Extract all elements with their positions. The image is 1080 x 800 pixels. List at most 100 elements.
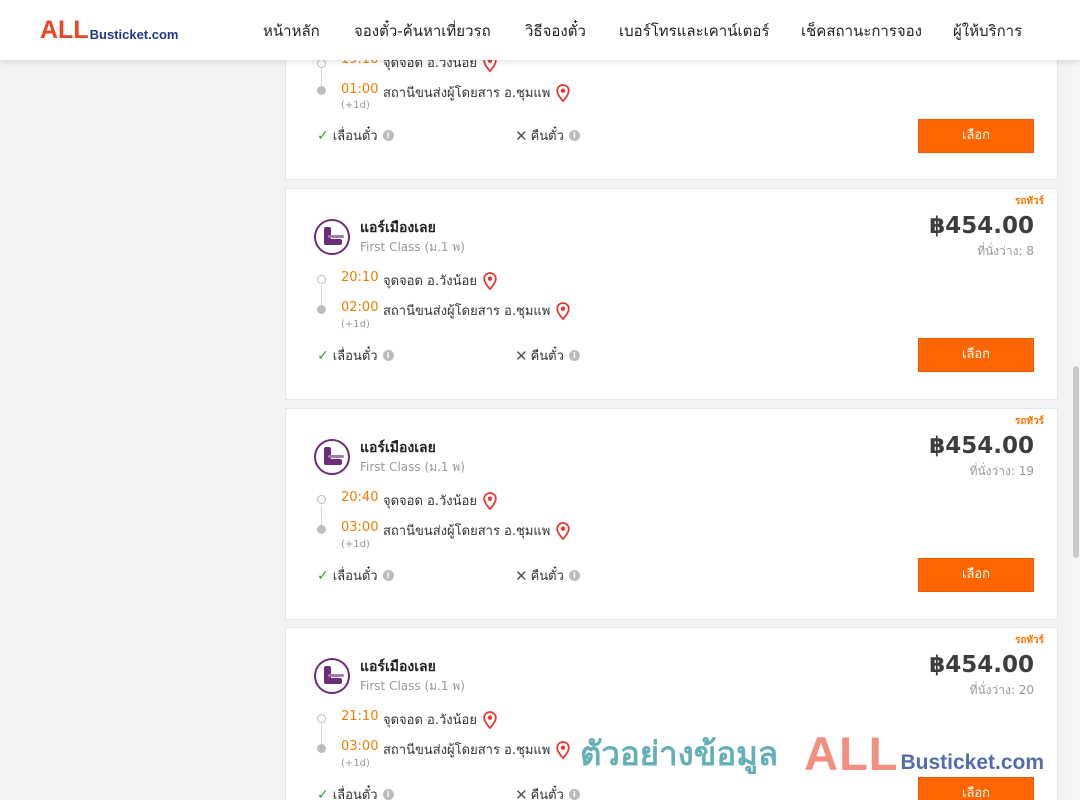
depart-dot — [317, 59, 326, 68]
operator-name: แอร์เมืองเลย — [360, 220, 436, 236]
arrive-place-text: สถานีขนส่งผู้โดยสาร อ.ชุมแพ — [383, 304, 551, 319]
depart-place: จุดจอด อ.วังน้อย — [383, 709, 497, 730]
change-ticket-label: เลื่อนตั๋ว — [332, 569, 378, 584]
map-pin-icon[interactable] — [483, 271, 497, 290]
info-icon[interactable]: i — [568, 570, 580, 581]
nav-operators[interactable]: ผู้ให้บริการ — [953, 19, 1022, 43]
map-pin-icon[interactable] — [556, 301, 571, 320]
select-button[interactable]: เลือก — [918, 119, 1034, 153]
next-day-label: (+1d) — [341, 319, 370, 330]
change-ticket-policy: ✓ เลื่อนตั๋ว i — [317, 125, 394, 146]
map-pin-icon[interactable] — [556, 521, 571, 540]
ticket-price: ฿454.00 — [929, 433, 1034, 459]
arrive-place: สถานีขนส่งผู้โดยสาร อ.ชุมแพ — [383, 82, 571, 103]
info-icon[interactable]: i — [568, 350, 580, 361]
arrive-dot — [317, 744, 326, 753]
nav-book-search[interactable]: จองตั๋ว-ค้นหาเที่ยวรถ — [354, 19, 491, 43]
arrive-place: สถานีขนส่งผู้โดยสาร อ.ชุมแพ — [383, 300, 571, 321]
refund-ticket-policy: ✕ คืนตั๋ว i — [515, 784, 580, 800]
depart-place-text: จุดจอด อ.วังน้อย — [383, 713, 477, 728]
nav-home[interactable]: หน้าหลัก — [263, 19, 320, 43]
scrollbar-thumb[interactable] — [1073, 366, 1079, 558]
bus-class: First Class (ม.1 พ) — [360, 460, 465, 474]
depart-place-text: จุดจอด อ.วังน้อย — [383, 494, 477, 509]
operator-logo — [314, 219, 350, 255]
info-icon[interactable]: i — [382, 350, 394, 361]
refund-ticket-label: คืนตั๋ว — [530, 349, 564, 364]
nav-check-status[interactable]: เช็คสถานะการจอง — [801, 19, 922, 43]
x-icon: ✕ — [515, 126, 528, 145]
x-icon: ✕ — [515, 785, 528, 800]
select-button[interactable]: เลือก — [918, 558, 1034, 592]
info-icon[interactable]: i — [382, 130, 394, 141]
arrive-place-text: สถานีขนส่งผู้โดยสาร อ.ชุมแพ — [383, 524, 551, 539]
page-scrollbar[interactable] — [1072, 0, 1080, 800]
depart-place: จุดจอด อ.วังน้อย — [383, 490, 497, 511]
bus-type-badge: รถทัวร์ — [1014, 196, 1044, 207]
depart-time: 20:10 — [341, 270, 379, 285]
info-icon[interactable]: i — [568, 130, 580, 141]
refund-ticket-label: คืนตั๋ว — [530, 788, 564, 800]
refund-ticket-label: คืนตั๋ว — [530, 569, 564, 584]
select-button[interactable]: เลือก — [918, 338, 1034, 372]
check-icon: ✓ — [317, 786, 329, 800]
arrive-place-text: สถานีขนส่งผู้โดยสาร อ.ชุมแพ — [383, 86, 551, 101]
arrive-time: 03:00 — [341, 739, 379, 754]
map-pin-icon[interactable] — [556, 740, 571, 759]
x-icon: ✕ — [515, 566, 528, 585]
x-icon: ✕ — [515, 346, 528, 365]
arrive-place-text: สถานีขนส่งผู้โดยสาร อ.ชุมแพ — [383, 743, 551, 758]
operator-logo — [314, 658, 350, 694]
check-icon: ✓ — [317, 127, 329, 144]
depart-place-text: จุดจอด อ.วังน้อย — [383, 274, 477, 289]
change-ticket-label: เลื่อนตั๋ว — [332, 129, 378, 144]
refund-ticket-label: คืนตั๋ว — [530, 129, 564, 144]
change-ticket-label: เลื่อนตั๋ว — [332, 788, 378, 800]
watermark-thai-text: ตัวอย่างข้อมูล — [580, 734, 779, 773]
ticket-price: ฿454.00 — [929, 652, 1034, 678]
arrive-time: 03:00 — [341, 520, 379, 535]
nav-how-to-book[interactable]: วิธีจองตั๋ว — [525, 19, 586, 43]
refund-ticket-policy: ✕ คืนตั๋ว i — [515, 125, 580, 146]
change-ticket-label: เลื่อนตั๋ว — [332, 349, 378, 364]
map-pin-icon[interactable] — [483, 710, 497, 729]
seats-available: ที่นั่งว่าง: 19 — [969, 464, 1034, 478]
check-icon: ✓ — [317, 347, 329, 364]
map-pin-icon[interactable] — [483, 491, 497, 510]
seats-available: ที่นั่งว่าง: 8 — [977, 244, 1034, 258]
arrive-place: สถานีขนส่งผู้โดยสาร อ.ชุมแพ — [383, 739, 571, 760]
seats-available: ที่นั่งว่าง: 20 — [969, 683, 1034, 697]
arrive-time: 01:00 — [341, 82, 379, 97]
nav-phone-counter[interactable]: เบอร์โทรและเคาน์เตอร์ — [619, 19, 769, 43]
info-icon[interactable]: i — [382, 570, 394, 581]
depart-dot — [317, 275, 326, 284]
arrive-place: สถานีขนส่งผู้โดยสาร อ.ชุมแพ — [383, 520, 571, 541]
sample-data-watermark: ตัวอย่างข้อมูล ALL Busticket.com — [580, 726, 1044, 781]
bus-class: First Class (ม.1 พ) — [360, 679, 465, 693]
next-day-label: (+1d) — [341, 539, 370, 550]
arrive-time: 02:00 — [341, 300, 379, 315]
info-icon[interactable]: i — [382, 789, 394, 800]
logo-domain-text: Busticket.com — [89, 27, 179, 42]
bus-class: First Class (ม.1 พ) — [360, 240, 465, 254]
info-icon[interactable]: i — [568, 789, 580, 800]
refund-ticket-policy: ✕ คืนตั๋ว i — [515, 345, 580, 366]
watermark-domain-text: Busticket.com — [900, 750, 1045, 774]
next-day-label: (+1d) — [341, 100, 370, 111]
bus-type-badge: รถทัวร์ — [1014, 635, 1044, 646]
change-ticket-policy: ✓ เลื่อนตั๋ว i — [317, 345, 394, 366]
trip-card: รถทัวร์ แอร์เมืองเลย First Class (ม.1 พ)… — [285, 408, 1058, 620]
change-ticket-policy: ✓ เลื่อนตั๋ว i — [317, 784, 394, 800]
change-ticket-policy: ✓ เลื่อนตั๋ว i — [317, 565, 394, 586]
map-pin-icon[interactable] — [556, 83, 571, 102]
logo-all-text: ALL — [40, 16, 89, 44]
site-logo[interactable]: ALL Busticket.com — [40, 18, 178, 43]
ticket-price: ฿454.00 — [929, 213, 1034, 239]
operator-name: แอร์เมืองเลย — [360, 659, 436, 675]
depart-place: จุดจอด อ.วังน้อย — [383, 270, 497, 291]
depart-time: 21:10 — [341, 709, 379, 724]
bus-type-badge: รถทัวร์ — [1014, 416, 1044, 427]
depart-dot — [317, 714, 326, 723]
trip-card: รถทัวร์ แอร์เมืองเลย First Class (ม.1 พ)… — [285, 188, 1058, 400]
arrive-dot — [317, 305, 326, 314]
